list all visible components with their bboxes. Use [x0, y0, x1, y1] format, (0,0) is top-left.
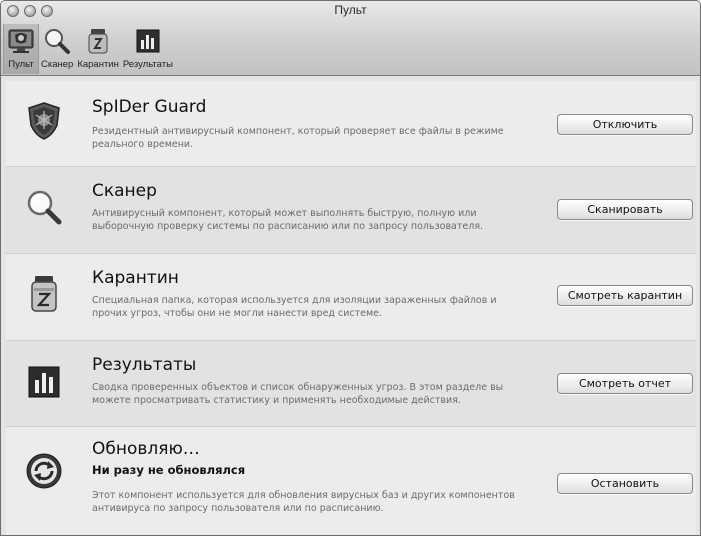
component-row-scanner: Сканер Антивирусный компонент, который м…	[6, 167, 696, 254]
magnifier-icon	[24, 187, 64, 227]
view-report-button[interactable]: Смотреть отчет	[557, 373, 693, 394]
stop-button[interactable]: Остановить	[557, 473, 693, 494]
toolbar-item-dashboard[interactable]: Пульт	[3, 24, 39, 74]
component-description: Специальная папка, которая используется …	[92, 295, 497, 319]
main-window: Пульт Пульт Сканер Карантин Результаты S…	[0, 0, 701, 536]
component-row-quarantine: Карантин Специальная папка, которая испо…	[6, 254, 696, 341]
toolbar-label: Результаты	[122, 59, 173, 70]
component-description: Резидентный антивирусный компонент, кото…	[92, 126, 504, 150]
component-name: Сканер	[92, 181, 157, 201]
component-description: Этот компонент используется для обновлен…	[92, 490, 515, 514]
toolbar-label: Карантин	[77, 59, 119, 70]
component-name: SpIDer Guard	[92, 97, 207, 117]
component-name: Карантин	[92, 268, 179, 288]
component-description: Антивирусный компонент, который может вы…	[92, 208, 484, 232]
bar-chart-icon	[24, 362, 64, 402]
view-quarantine-button[interactable]: Смотреть карантин	[557, 285, 693, 306]
toolbar-item-quarantine[interactable]: Карантин	[75, 24, 121, 74]
component-name: Обновляю…	[92, 439, 200, 459]
quarantine-jar-icon	[83, 26, 113, 56]
disable-button[interactable]: Отключить	[557, 114, 693, 135]
update-status: Ни разу не обновлялся	[92, 463, 246, 477]
magnifier-icon	[42, 26, 72, 56]
window-title: Пульт	[334, 3, 367, 17]
component-row-updater: Обновляю… Ни разу не обновлялся Этот ком…	[6, 427, 696, 535]
toolbar-label: Пульт	[8, 59, 34, 70]
component-list: SpIDer Guard Резидентный антивирусный ко…	[6, 81, 696, 535]
update-arrows-icon	[24, 451, 64, 491]
toolbar-item-results[interactable]: Результаты	[121, 24, 175, 74]
bar-chart-icon	[133, 26, 163, 56]
component-row-spider-guard: SpIDer Guard Резидентный антивирусный ко…	[6, 81, 696, 167]
toolbar-label: Сканер	[41, 59, 74, 70]
toolbar: Пульт Сканер Карантин Результаты	[3, 24, 175, 74]
component-name: Результаты	[92, 355, 197, 375]
quarantine-jar-icon	[24, 274, 64, 314]
component-description: Сводка проверенных объектов и список обн…	[92, 382, 504, 406]
scan-button[interactable]: Сканировать	[557, 199, 693, 220]
component-row-results: Результаты Сводка проверенных объектов и…	[6, 341, 696, 427]
shield-icon	[24, 101, 64, 141]
title-toolbar-area: Пульт Пульт Сканер Карантин Результаты	[1, 1, 700, 76]
toolbar-item-scanner[interactable]: Сканер	[39, 24, 75, 74]
dashboard-icon	[6, 26, 36, 56]
